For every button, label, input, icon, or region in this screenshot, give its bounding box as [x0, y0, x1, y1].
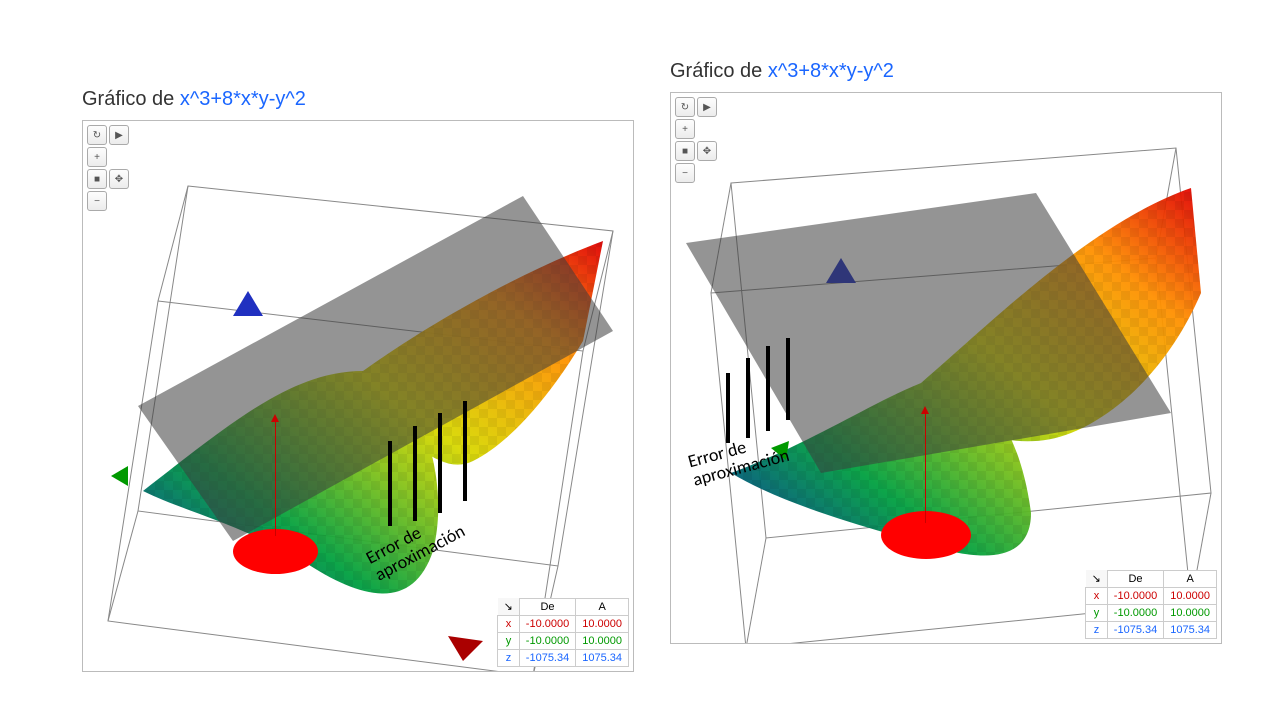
title-prefix: Gráfico de — [670, 60, 768, 82]
move3d-button[interactable]: ✥ — [697, 141, 717, 161]
tangent-arrow — [275, 421, 276, 536]
range-row-z[interactable]: z -1075.34 1075.34 — [1086, 622, 1217, 639]
plot-panel-left[interactable]: ↻ ▶ + ■ ✥ − — [82, 120, 634, 672]
chart-title-left: Gráfico de x^3+8*x*y-y^2 — [82, 88, 306, 111]
plot-toolbar: ↻ ▶ + ■ ✥ − — [87, 125, 129, 211]
col-from: De — [519, 598, 575, 616]
axis-range-table: ↘ De A x -10.0000 10.0000 y -10.0000 10.… — [497, 598, 629, 668]
zoom-out-button[interactable]: − — [675, 163, 695, 183]
plot-toolbar: ↻ ▶ + ■ ✥ − — [675, 97, 717, 183]
range-row-z[interactable]: z -1075.34 1075.34 — [498, 650, 629, 667]
camera-button[interactable]: ■ — [675, 141, 695, 161]
range-row-x[interactable]: x -10.0000 10.0000 — [1086, 588, 1217, 605]
zoom-out-button[interactable]: − — [87, 191, 107, 211]
reset-view-button[interactable]: ↻ — [675, 97, 695, 117]
slash-icon: ↘ — [1086, 570, 1108, 588]
col-from: De — [1107, 570, 1163, 588]
play-button[interactable]: ▶ — [109, 125, 129, 145]
chart-title-right: Gráfico de x^3+8*x*y-y^2 — [670, 60, 894, 83]
col-to: A — [1164, 570, 1217, 588]
formula-text[interactable]: x^3+8*x*y-y^2 — [768, 60, 894, 82]
col-to: A — [576, 598, 629, 616]
surface-plot — [83, 121, 633, 671]
plot-panel-right[interactable]: ↻ ▶ + ■ ✥ − — [670, 92, 1222, 644]
title-prefix: Gráfico de — [82, 88, 180, 110]
slash-icon: ↘ — [498, 598, 520, 616]
range-row-y[interactable]: y -10.0000 10.0000 — [1086, 605, 1217, 622]
range-row-y[interactable]: y -10.0000 10.0000 — [498, 633, 629, 650]
zoom-in-button[interactable]: + — [87, 147, 107, 167]
move3d-button[interactable]: ✥ — [109, 169, 129, 189]
formula-text[interactable]: x^3+8*x*y-y^2 — [180, 88, 306, 110]
play-button[interactable]: ▶ — [697, 97, 717, 117]
range-row-x[interactable]: x -10.0000 10.0000 — [498, 616, 629, 633]
axis-range-table: ↘ De A x -10.0000 10.0000 y -10.0000 10.… — [1085, 570, 1217, 640]
tangent-arrow — [925, 413, 926, 523]
zoom-in-button[interactable]: + — [675, 119, 695, 139]
reset-view-button[interactable]: ↻ — [87, 125, 107, 145]
tangent-point-marker — [881, 511, 971, 559]
camera-button[interactable]: ■ — [87, 169, 107, 189]
